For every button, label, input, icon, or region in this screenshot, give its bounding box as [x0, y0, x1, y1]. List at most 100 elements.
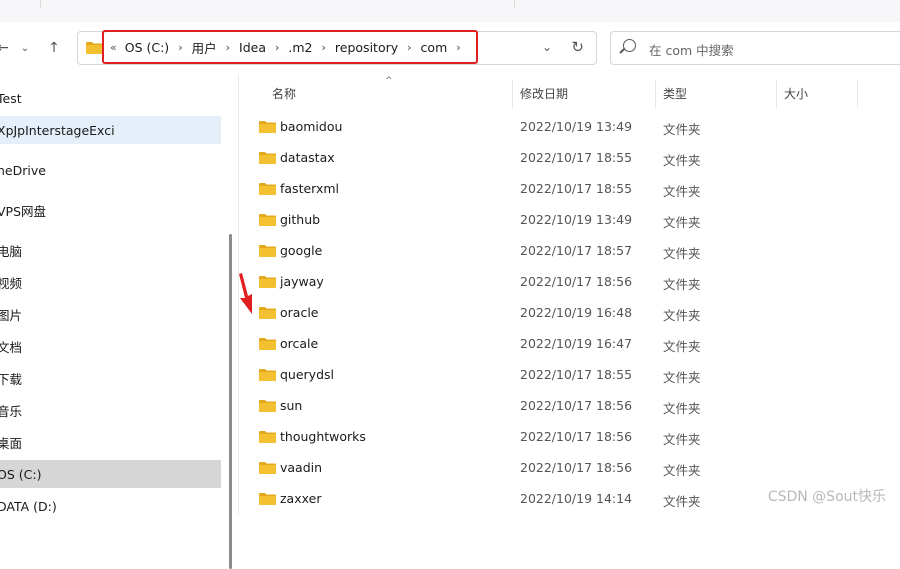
sidebar-item-label: 桌面: [0, 435, 23, 451]
sidebar-item-label: OS (C:): [0, 466, 42, 482]
file-name: fasterxml: [280, 181, 340, 196]
sidebar-item[interactable]: 桌面: [0, 428, 221, 456]
folder-icon: [259, 276, 276, 288]
folder-icon: [259, 369, 276, 381]
breadcrumb: « OS (C:) › 用户 › Idea › .m2 › repository › com ›: [102, 30, 478, 64]
file-type: 文件夹: [663, 370, 701, 385]
sidebar-item-label: 文档: [0, 339, 23, 355]
sidebar-item-label: VPS网盘: [0, 203, 47, 219]
file-modified: 2022/10/17 18:57: [520, 243, 633, 258]
file-type: 文件夹: [663, 463, 701, 478]
breadcrumb-overflow[interactable]: «: [110, 41, 117, 54]
search-box[interactable]: 在 com 中搜索: [610, 31, 900, 65]
breadcrumb-separator-icon[interactable]: ›: [407, 41, 411, 54]
breadcrumb-separator-icon[interactable]: ›: [178, 41, 182, 54]
breadcrumb-item[interactable]: Idea: [239, 40, 266, 55]
folder-icon: [259, 152, 276, 164]
file-name: sun: [280, 398, 303, 413]
file-row[interactable]: datastax 2022/10/17 18:55 文件夹: [239, 142, 900, 173]
sidebar-item[interactable]: Test: [0, 84, 221, 112]
column-size[interactable]: 大小: [784, 85, 808, 102]
sidebar-item-label: 电脑: [0, 243, 23, 259]
breadcrumb-separator-icon[interactable]: ›: [456, 41, 460, 54]
column-modified[interactable]: 修改日期: [520, 85, 568, 102]
column-divider[interactable]: [776, 80, 777, 108]
file-row[interactable]: oracle 2022/10/19 16:48 文件夹: [239, 297, 900, 328]
breadcrumb-separator-icon[interactable]: ›: [322, 41, 326, 54]
search-input[interactable]: 在 com 中搜索: [649, 40, 734, 59]
chevron-down-icon[interactable]: ⌄: [542, 40, 552, 54]
file-row[interactable]: fasterxml 2022/10/17 18:55 文件夹: [239, 173, 900, 204]
column-divider[interactable]: [655, 80, 656, 108]
folder-icon: [259, 183, 276, 195]
column-divider[interactable]: [857, 80, 858, 108]
sidebar-item[interactable]: DATA (D:): [0, 492, 221, 520]
file-name: datastax: [280, 150, 335, 165]
column-type[interactable]: 类型: [663, 85, 687, 102]
breadcrumb-item[interactable]: com: [421, 40, 448, 55]
ribbon-divider: [514, 0, 515, 8]
sidebar-item[interactable]: 音乐: [0, 396, 221, 424]
file-modified: 2022/10/19 16:48: [520, 305, 633, 320]
file-type: 文件夹: [663, 308, 701, 323]
folder-icon: [259, 245, 276, 257]
file-row[interactable]: orcale 2022/10/19 16:47 文件夹: [239, 328, 900, 359]
sidebar-item-label: 音乐: [0, 403, 23, 419]
column-name[interactable]: 名称: [272, 85, 296, 102]
watermark: CSDN @Sout快乐: [767, 489, 886, 505]
file-modified: 2022/10/17 18:55: [520, 181, 633, 196]
file-name: vaadin: [280, 460, 323, 475]
sidebar-item[interactable]: 文档: [0, 332, 221, 360]
column-divider[interactable]: [512, 80, 513, 108]
breadcrumb-item[interactable]: OS (C:): [125, 40, 169, 55]
file-name: baomidou: [280, 119, 343, 134]
folder-icon: [259, 400, 276, 412]
folder-icon: [259, 431, 276, 443]
file-row[interactable]: github 2022/10/19 13:49 文件夹: [239, 204, 900, 235]
file-modified: 2022/10/19 13:49: [520, 119, 633, 134]
search-icon: [623, 39, 636, 52]
navigation-bar: ← ⌄ ↑ « OS (C:) › 用户 › Idea › .m2 › repository › c…: [0, 22, 900, 74]
folder-icon: [259, 121, 276, 133]
refresh-icon[interactable]: ↻: [571, 38, 584, 56]
sidebar-item-label: 图片: [0, 307, 23, 323]
file-row[interactable]: baomidou 2022/10/19 13:49 文件夹: [239, 111, 900, 142]
file-modified: 2022/10/17 18:55: [520, 150, 633, 165]
file-type: 文件夹: [663, 401, 701, 416]
breadcrumb-item[interactable]: repository: [335, 40, 398, 55]
sidebar-item[interactable]: 下载: [0, 364, 221, 392]
file-type: 文件夹: [663, 339, 701, 354]
file-row[interactable]: querydsl 2022/10/17 18:55 文件夹: [239, 359, 900, 390]
sidebar-item[interactable]: neDrive: [0, 156, 221, 184]
address-bar[interactable]: « OS (C:) › 用户 › Idea › .m2 › repository › com › ⌄ …: [77, 30, 597, 65]
annotation-arrow-icon: [239, 273, 252, 314]
file-row[interactable]: thoughtworks 2022/10/17 18:56 文件夹: [239, 421, 900, 452]
sidebar-item[interactable]: OS (C:): [0, 460, 221, 488]
up-arrow-icon[interactable]: ↑: [41, 36, 67, 60]
file-name: orcale: [280, 336, 319, 351]
breadcrumb-item[interactable]: 用户: [192, 38, 217, 57]
column-header: ^ 名称 修改日期 类型 大小: [239, 74, 900, 108]
file-name: oracle: [280, 305, 319, 320]
file-modified: 2022/10/17 18:55: [520, 367, 633, 382]
file-row[interactable]: vaadin 2022/10/17 18:56 文件夹: [239, 452, 900, 483]
sidebar-item[interactable]: XpJpInterstageExci: [0, 116, 221, 144]
file-row[interactable]: sun 2022/10/17 18:56 文件夹: [239, 390, 900, 421]
sidebar-item[interactable]: 电脑: [0, 236, 221, 264]
sidebar-item[interactable]: 视频: [0, 268, 221, 296]
breadcrumb-item[interactable]: .m2: [288, 40, 312, 55]
recent-dropdown-icon[interactable]: ⌄: [12, 36, 38, 60]
sidebar-item[interactable]: VPS网盘: [0, 196, 221, 224]
file-type: 文件夹: [663, 184, 701, 199]
file-row[interactable]: jayway 2022/10/17 18:56 文件夹: [239, 266, 900, 297]
sort-caret-icon: ^: [385, 76, 393, 86]
file-name: google: [280, 243, 323, 258]
breadcrumb-separator-icon[interactable]: ›: [275, 41, 279, 54]
file-row[interactable]: google 2022/10/17 18:57 文件夹: [239, 235, 900, 266]
sidebar-scrollbar[interactable]: [229, 234, 232, 569]
sidebar-item[interactable]: 图片: [0, 300, 221, 328]
file-type: 文件夹: [663, 215, 701, 230]
breadcrumb-separator-icon[interactable]: ›: [226, 41, 230, 54]
sidebar-item-label: neDrive: [0, 162, 46, 178]
file-type: 文件夹: [663, 246, 701, 261]
